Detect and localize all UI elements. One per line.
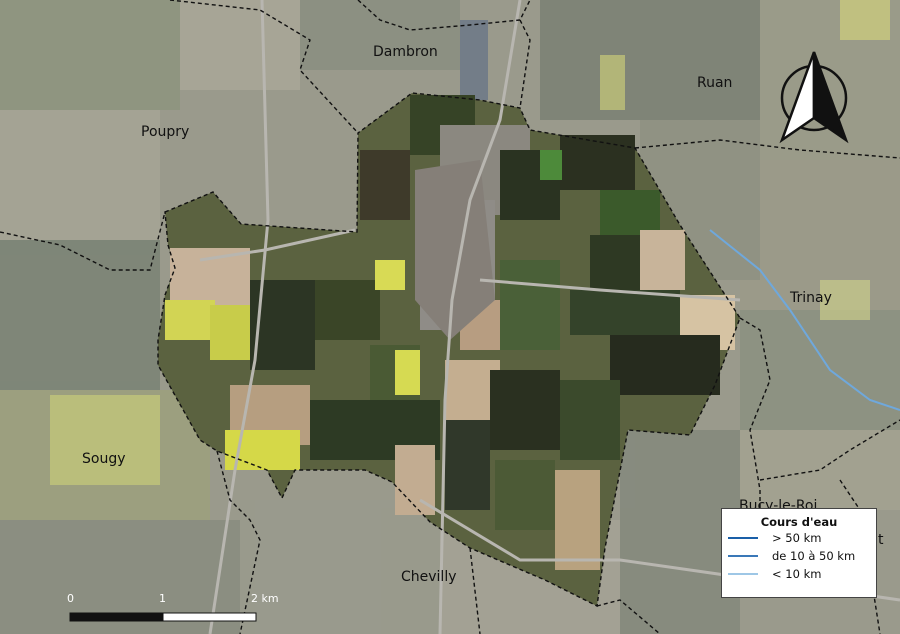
legend-item: de 10 à 50 km (728, 547, 876, 565)
scale-label-2: 2 km (251, 592, 279, 605)
scale-label-0: 0 (67, 592, 74, 605)
place-ruan: Ruan (697, 75, 732, 91)
legend-label: de 10 à 50 km (772, 549, 856, 563)
scale-bar (69, 612, 257, 622)
place-sougy: Sougy (82, 451, 126, 467)
legend-swatch (728, 555, 758, 557)
legend-label: > 50 km (772, 531, 822, 545)
legend-item: < 10 km (728, 565, 876, 583)
place-partial: t (878, 532, 884, 548)
legend-swatch (728, 573, 758, 575)
place-chevilly: Chevilly (401, 569, 457, 585)
place-trinay: Trinay (789, 290, 832, 306)
legend: Cours d'eau > 50 km de 10 à 50 km < 10 k… (721, 508, 877, 598)
scale-label-1: 1 (159, 592, 166, 605)
legend-swatch (728, 537, 758, 539)
place-dambron: Dambron (373, 44, 438, 60)
place-poupry: Poupry (141, 124, 189, 140)
legend-item: > 50 km (728, 529, 876, 547)
legend-label: < 10 km (772, 567, 822, 581)
legend-title: Cours d'eau (760, 515, 838, 529)
